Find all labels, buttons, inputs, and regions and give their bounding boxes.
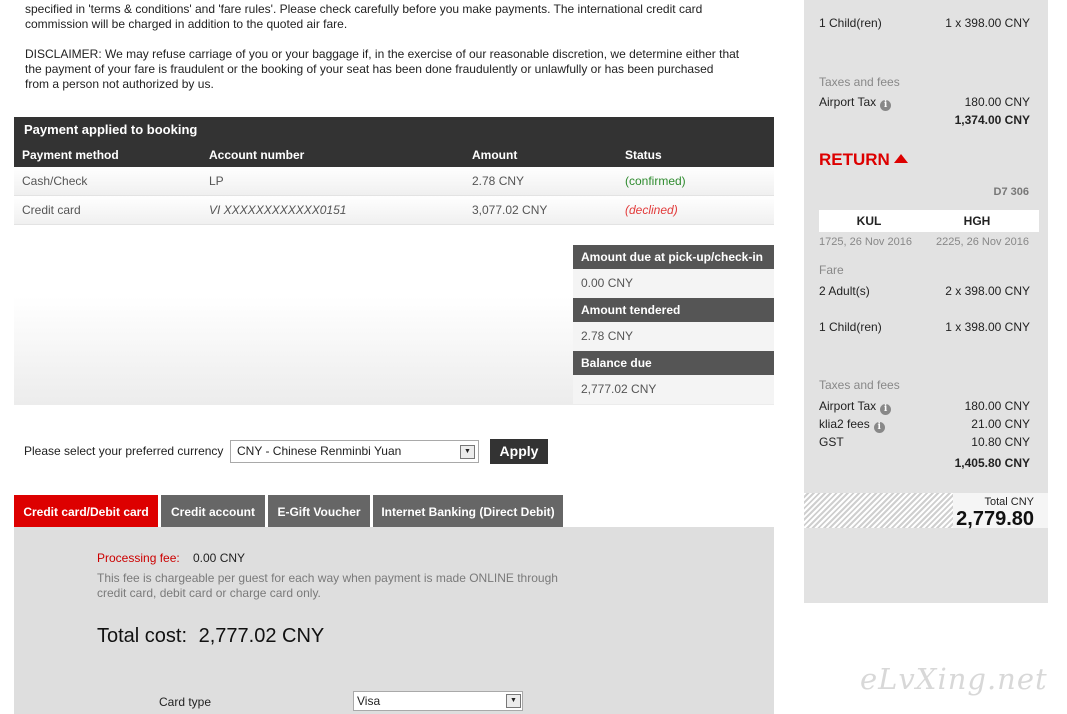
amount-tendered: Amount tendered 2.78 CNY bbox=[573, 298, 774, 351]
row-method: Credit card bbox=[22, 203, 81, 217]
depart-airport-tax-value: 180.00 CNY bbox=[964, 95, 1030, 109]
card-type-select[interactable]: Visa ▼ bbox=[353, 691, 523, 711]
return-airport-tax-value: 180.00 CNY bbox=[964, 399, 1030, 413]
row-account: LP bbox=[209, 174, 224, 188]
currency-selected-value: CNY - Chinese Renminbi Yuan bbox=[237, 444, 402, 458]
grand-total-label: Total CNY bbox=[984, 496, 1034, 508]
header-status: Status bbox=[625, 148, 662, 162]
klia2-fees-value: 21.00 CNY bbox=[971, 417, 1030, 431]
tab-credit-account[interactable]: Credit account bbox=[161, 495, 265, 527]
fare-label: Fare bbox=[819, 263, 844, 277]
disclaimer-line-2: the payment of your fare is fraudulent o… bbox=[25, 62, 714, 76]
chevron-down-icon[interactable]: ▼ bbox=[460, 445, 475, 459]
currency-label: Please select your preferred currency bbox=[24, 444, 224, 458]
row-account: VI XXXXXXXXXXXX0151 bbox=[209, 203, 347, 217]
row-status-declined: (declined) bbox=[625, 203, 678, 217]
child-label: 1 Child(ren) bbox=[819, 320, 882, 334]
amount-tendered-label: Amount tendered bbox=[573, 298, 774, 322]
card-type-value: Visa bbox=[357, 694, 381, 708]
amount-due-pickup: Amount due at pick-up/check-in 0.00 CNY bbox=[573, 245, 774, 298]
header-amount: Amount bbox=[472, 148, 518, 162]
klia2-fees-label: klia2 fees bbox=[819, 417, 870, 431]
notice-line-2: commission will be charged in addition t… bbox=[25, 17, 348, 31]
depart-airport-tax: Airport Tax i bbox=[819, 95, 892, 111]
info-icon[interactable]: i bbox=[873, 422, 885, 433]
tab-credit-debit-card[interactable]: Credit card/Debit card bbox=[14, 495, 158, 527]
header-account-number: Account number bbox=[209, 148, 305, 162]
flight-number: D7 306 bbox=[993, 186, 1029, 198]
row-amount: 2.78 CNY bbox=[472, 174, 525, 188]
card-type-label: Card type bbox=[159, 695, 212, 709]
depart-airport-tax-label: Airport Tax bbox=[819, 95, 877, 109]
route-bar: KUL HGH bbox=[819, 210, 1039, 232]
adult-label: 2 Adult(s) bbox=[819, 284, 870, 298]
depart-child-label: 1 Child(ren) bbox=[819, 16, 882, 30]
total-cost: Total cost: 2,777.02 CNY bbox=[97, 625, 324, 648]
depart-taxes-label: Taxes and fees bbox=[819, 75, 900, 89]
header-payment-method: Payment method bbox=[22, 148, 119, 162]
processing-fee-label: Processing fee: bbox=[97, 551, 180, 565]
amount-tendered-value: 2.78 CNY bbox=[573, 322, 774, 351]
return-title: RETURN bbox=[819, 150, 890, 169]
disclaimer-line-1: DISCLAIMER: We may refuse carriage of yo… bbox=[25, 47, 740, 61]
child-value: 1 x 398.00 CNY bbox=[945, 320, 1030, 334]
route-destination: HGH bbox=[963, 214, 991, 228]
return-subtotal: 1,405.80 CNY bbox=[954, 456, 1030, 470]
row-amount: 3,077.02 CNY bbox=[472, 203, 548, 217]
return-airport-tax: Airport Tax i bbox=[819, 399, 892, 415]
row-status-confirmed: (confirmed) bbox=[625, 174, 686, 188]
table-row: Credit card VI XXXXXXXXXXXX0151 3,077.02… bbox=[14, 196, 774, 225]
terms-notice: specified in 'terms & conditions' and 'f… bbox=[25, 2, 765, 32]
grand-total-panel: Total CNY 2,779.80 bbox=[953, 493, 1048, 530]
balance-due-label: Balance due bbox=[573, 351, 774, 375]
grand-total-box: Total CNY 2,779.80 bbox=[804, 493, 1048, 530]
chevron-down-icon[interactable]: ▼ bbox=[506, 694, 521, 708]
tab-internet-banking[interactable]: Internet Banking (Direct Debit) bbox=[373, 495, 563, 527]
balance-due: Balance due 2,777.02 CNY bbox=[573, 351, 774, 404]
gst-value: 10.80 CNY bbox=[971, 435, 1030, 449]
processing-fee-note: This fee is chargeable per guest for eac… bbox=[97, 571, 558, 600]
info-icon[interactable]: i bbox=[880, 100, 892, 111]
watermark: eLvXing.net bbox=[860, 662, 1048, 696]
disclaimer: DISCLAIMER: We may refuse carriage of yo… bbox=[25, 47, 765, 92]
gst-label: GST bbox=[819, 435, 844, 449]
collapse-arrow-icon[interactable] bbox=[893, 154, 908, 163]
currency-select[interactable]: CNY - Chinese Renminbi Yuan ▼ bbox=[230, 440, 479, 463]
amount-due-pickup-value: 0.00 CNY bbox=[573, 269, 774, 298]
info-icon[interactable]: i bbox=[880, 404, 892, 415]
payment-table-header: Payment method Account number Amount Sta… bbox=[14, 143, 774, 167]
tab-e-gift-voucher[interactable]: E-Gift Voucher bbox=[268, 495, 370, 527]
depart-time: 1725, 26 Nov 2016 bbox=[819, 236, 912, 248]
depart-subtotal: 1,374.00 CNY bbox=[954, 113, 1030, 127]
route-origin: KUL bbox=[856, 214, 882, 228]
booking-summary-sidebar: 1 Child(ren) 1 x 398.00 CNY Taxes and fe… bbox=[804, 0, 1048, 603]
total-cost-label: Total cost: bbox=[97, 625, 188, 647]
adult-value: 2 x 398.00 CNY bbox=[945, 284, 1030, 298]
row-method: Cash/Check bbox=[22, 174, 88, 188]
return-heading[interactable]: RETURN bbox=[819, 150, 908, 170]
total-cost-value: 2,777.02 CNY bbox=[198, 625, 325, 647]
apply-button[interactable]: Apply bbox=[490, 439, 548, 464]
depart-child-value: 1 x 398.00 CNY bbox=[945, 16, 1030, 30]
balance-due-value: 2,777.02 CNY bbox=[573, 375, 774, 404]
payment-applied-table: Payment applied to booking Payment metho… bbox=[14, 117, 774, 225]
processing-fee-value: 0.00 CNY bbox=[193, 551, 246, 565]
grand-total-value: 2,779.80 bbox=[956, 508, 1034, 530]
return-taxes-label: Taxes and fees bbox=[819, 378, 900, 392]
disclaimer-line-3: from a person not authorized by us. bbox=[25, 77, 214, 91]
credit-card-panel: Processing fee: 0.00 CNY This fee is cha… bbox=[14, 527, 774, 714]
payment-table-title: Payment applied to booking bbox=[14, 117, 774, 143]
table-row: Cash/Check LP 2.78 CNY (confirmed) bbox=[14, 167, 774, 196]
return-airport-tax-label: Airport Tax bbox=[819, 399, 877, 413]
route-arrow-icon bbox=[913, 210, 925, 232]
arrive-time: 2225, 26 Nov 2016 bbox=[936, 236, 1029, 248]
notice-line-1: specified in 'terms & conditions' and 'f… bbox=[25, 2, 703, 16]
amount-due-pickup-label: Amount due at pick-up/check-in bbox=[573, 245, 774, 269]
klia2-fees: klia2 fees i bbox=[819, 417, 885, 433]
